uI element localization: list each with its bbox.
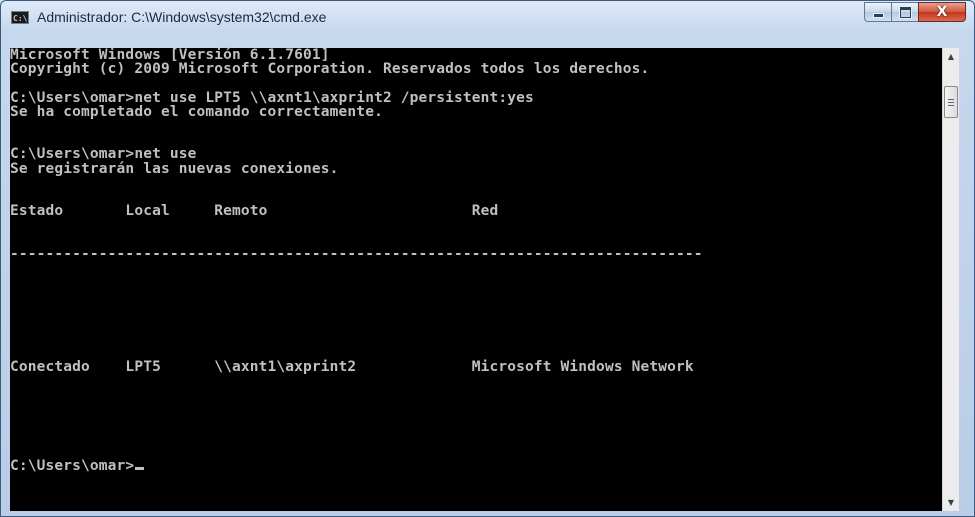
cmd-window: C:\ Administrador: C:\Windows\system32\c… xyxy=(0,0,975,517)
console-line: Se ha completado el comando correctament… xyxy=(10,103,383,120)
close-button[interactable]: X xyxy=(918,2,966,22)
cmd-icon[interactable]: C:\ xyxy=(11,11,29,24)
console-line: Microsoft Windows [Versión 6.1.7601] xyxy=(10,47,330,63)
console-line: Copyright (c) 2009 Microsoft Corporation… xyxy=(10,61,650,78)
console-line: C:\Users\omar>net use LPT5 \\axnt1\axpri… xyxy=(10,89,534,106)
window-title: Administrador: C:\Windows\system32\cmd.e… xyxy=(37,9,327,25)
console-line: C:\Users\omar> xyxy=(10,459,950,474)
scroll-up-arrow-icon[interactable]: ▲ xyxy=(943,48,959,65)
vertical-scrollbar[interactable]: ▲ ▼ xyxy=(942,48,959,511)
console-line: ----------------------------------------… xyxy=(10,245,703,262)
minimize-icon xyxy=(873,14,883,17)
console-line: Se registrarán las nuevas conexiones. xyxy=(10,160,339,177)
text-cursor xyxy=(135,467,145,471)
console-line: C:\Users\omar>net use xyxy=(10,146,197,163)
console-output: Microsoft Windows [Versión 6.1.7601] Copy… xyxy=(10,48,950,474)
close-icon: X xyxy=(936,4,948,20)
maximize-button[interactable] xyxy=(891,2,918,22)
console-area[interactable]: Microsoft Windows [Versión 6.1.7601] Copy… xyxy=(10,48,959,511)
console-line: Conectado LPT5 \\axnt1\axprint2 Microsof… xyxy=(10,359,694,376)
scroll-thumb[interactable] xyxy=(944,86,958,118)
minimize-button[interactable] xyxy=(864,2,891,22)
title-bar[interactable]: C:\ Administrador: C:\Windows\system32\c… xyxy=(1,1,974,37)
scroll-down-arrow-icon[interactable]: ▼ xyxy=(943,494,959,511)
caption-buttons: X xyxy=(864,2,966,24)
console-line: Estado Local Remoto Red xyxy=(10,203,499,220)
maximize-icon xyxy=(899,6,911,18)
grip-icon xyxy=(948,98,954,106)
